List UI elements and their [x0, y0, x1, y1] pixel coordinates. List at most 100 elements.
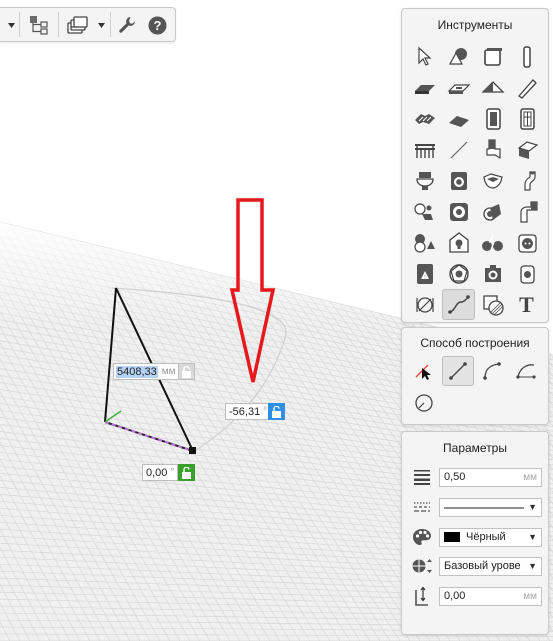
hierarchy-icon[interactable]: [25, 13, 53, 37]
offset-row: 0,00 мм: [412, 585, 542, 607]
help-glyph: ?: [153, 18, 161, 33]
toolbar-separator: [58, 12, 59, 37]
construction-mode-panel: Способ построения: [401, 327, 549, 425]
segment-endpoint[interactable]: [189, 447, 196, 454]
rotation-value: 0,00: [146, 466, 168, 479]
fire-ball-icon[interactable]: [442, 258, 475, 289]
height-offset-icon: [412, 586, 432, 606]
tools-panel: Инструменты ! T: [401, 8, 549, 323]
parameters-title: Параметры: [443, 441, 507, 455]
thickness-input[interactable]: 0,50 мм: [439, 467, 542, 487]
dropdown-arrow-icon[interactable]: [6, 13, 16, 37]
palette-icon: [412, 527, 432, 547]
offset-input[interactable]: 0,00 мм: [439, 586, 542, 606]
pipe-roll-icon[interactable]: [476, 196, 509, 227]
plug-icon[interactable]: [510, 258, 543, 289]
parameters-panel: Параметры 0,50 мм ▼ Чёрный ▼ Базовый уро…: [401, 431, 549, 635]
wall-icon[interactable]: [408, 72, 441, 103]
offset-value: 0,00: [444, 590, 466, 602]
chevron-down-icon: ▼: [528, 502, 537, 512]
radiator-icon[interactable]: [442, 196, 475, 227]
tools-panel-title: Инструменты: [437, 18, 513, 32]
level-select[interactable]: Базовый урове ▼: [439, 556, 542, 576]
box-icon[interactable]: [476, 41, 509, 72]
angle-lock-icon[interactable]: [268, 403, 285, 420]
level-row: Базовый урове ▼: [412, 555, 542, 577]
shapes-icon[interactable]: [442, 41, 475, 72]
duct-icon[interactable]: [510, 196, 543, 227]
construction-mode-title: Способ построения: [420, 336, 530, 350]
thickness-unit: мм: [523, 471, 537, 483]
thickness-value: 0,50: [444, 471, 466, 483]
angle-input[interactable]: -56,31 °: [225, 403, 269, 420]
camera-icon[interactable]: [476, 258, 509, 289]
chair-icon[interactable]: [476, 134, 509, 165]
bathtub-icon[interactable]: [476, 165, 509, 196]
door-icon[interactable]: [476, 103, 509, 134]
length-unit: мм: [161, 366, 176, 377]
angle-value: -56,31: [229, 405, 261, 418]
color-swatch: [444, 532, 460, 542]
level-icon: [412, 556, 432, 576]
color-row: Чёрный ▼: [412, 526, 542, 548]
color-select[interactable]: Чёрный ▼: [439, 527, 542, 547]
toolbar-separator: [110, 12, 111, 37]
wrench-icon[interactable]: [114, 13, 140, 37]
chevron-down-icon: ▼: [528, 561, 537, 571]
slab-icon[interactable]: [442, 72, 475, 103]
arc-icon[interactable]: [476, 356, 508, 386]
select-arrow-icon[interactable]: [408, 41, 441, 72]
beam-icon[interactable]: [510, 72, 543, 103]
valve-icon[interactable]: [408, 227, 441, 258]
tools-grid: ! T: [408, 41, 543, 320]
two-point-line-icon[interactable]: [442, 356, 474, 386]
column-icon[interactable]: [510, 41, 543, 72]
offset-unit: мм: [523, 590, 537, 602]
rotation-input[interactable]: 0,00 °: [142, 464, 178, 481]
roof-icon[interactable]: [476, 72, 509, 103]
curve-icon[interactable]: [442, 289, 475, 320]
length-input[interactable]: 5408,33 мм: [113, 363, 180, 380]
circle-arc-icon[interactable]: [408, 388, 440, 418]
thickness-row: 0,50 мм: [412, 466, 542, 488]
pipe-fittings-icon[interactable]: [408, 196, 441, 227]
ramp-icon[interactable]: [442, 103, 475, 134]
text-tool-glyph: T: [519, 291, 534, 317]
tangent-arc-icon[interactable]: [510, 356, 542, 386]
washer-icon[interactable]: [442, 165, 475, 196]
toilet-icon[interactable]: [408, 165, 441, 196]
help-icon[interactable]: ?: [145, 13, 169, 37]
mode-row: [408, 356, 542, 412]
svg-text:!: !: [424, 274, 425, 280]
line-type-preview: [444, 507, 524, 508]
color-value: Чёрный: [466, 531, 506, 543]
rotation-unit: °: [170, 467, 175, 478]
railing-icon[interactable]: [408, 134, 441, 165]
line-type-row: ▼: [412, 496, 542, 518]
stairs-icon[interactable]: [408, 103, 441, 134]
fire-panel-icon[interactable]: !: [408, 258, 441, 289]
corner-window-icon[interactable]: [510, 134, 543, 165]
layers-icon[interactable]: [63, 13, 91, 37]
toolbar-separator: [19, 12, 20, 37]
text-icon[interactable]: T: [510, 289, 543, 320]
line-thickness-icon: [412, 467, 432, 487]
electric-bike-icon[interactable]: [476, 227, 509, 258]
chevron-down-icon: ▼: [528, 532, 537, 542]
pick-line-icon[interactable]: [408, 356, 440, 386]
line-icon[interactable]: [442, 134, 475, 165]
layers-dropdown-arrow-icon[interactable]: [96, 13, 106, 37]
lamp-icon[interactable]: [442, 227, 475, 258]
line-type-select[interactable]: ▼: [439, 497, 542, 517]
pipe-icon[interactable]: [510, 165, 543, 196]
socket-icon[interactable]: [510, 227, 543, 258]
top-toolbar: ?: [0, 7, 176, 42]
angle-unit: °: [263, 406, 268, 417]
hatch-icon[interactable]: [476, 289, 509, 320]
rotation-lock-icon[interactable]: [178, 464, 195, 481]
window-icon[interactable]: [510, 103, 543, 134]
length-value: 5408,33: [116, 365, 158, 378]
length-lock-icon[interactable]: [178, 363, 195, 380]
dimension-icon[interactable]: [408, 289, 441, 320]
line-type-icon: [412, 497, 432, 517]
